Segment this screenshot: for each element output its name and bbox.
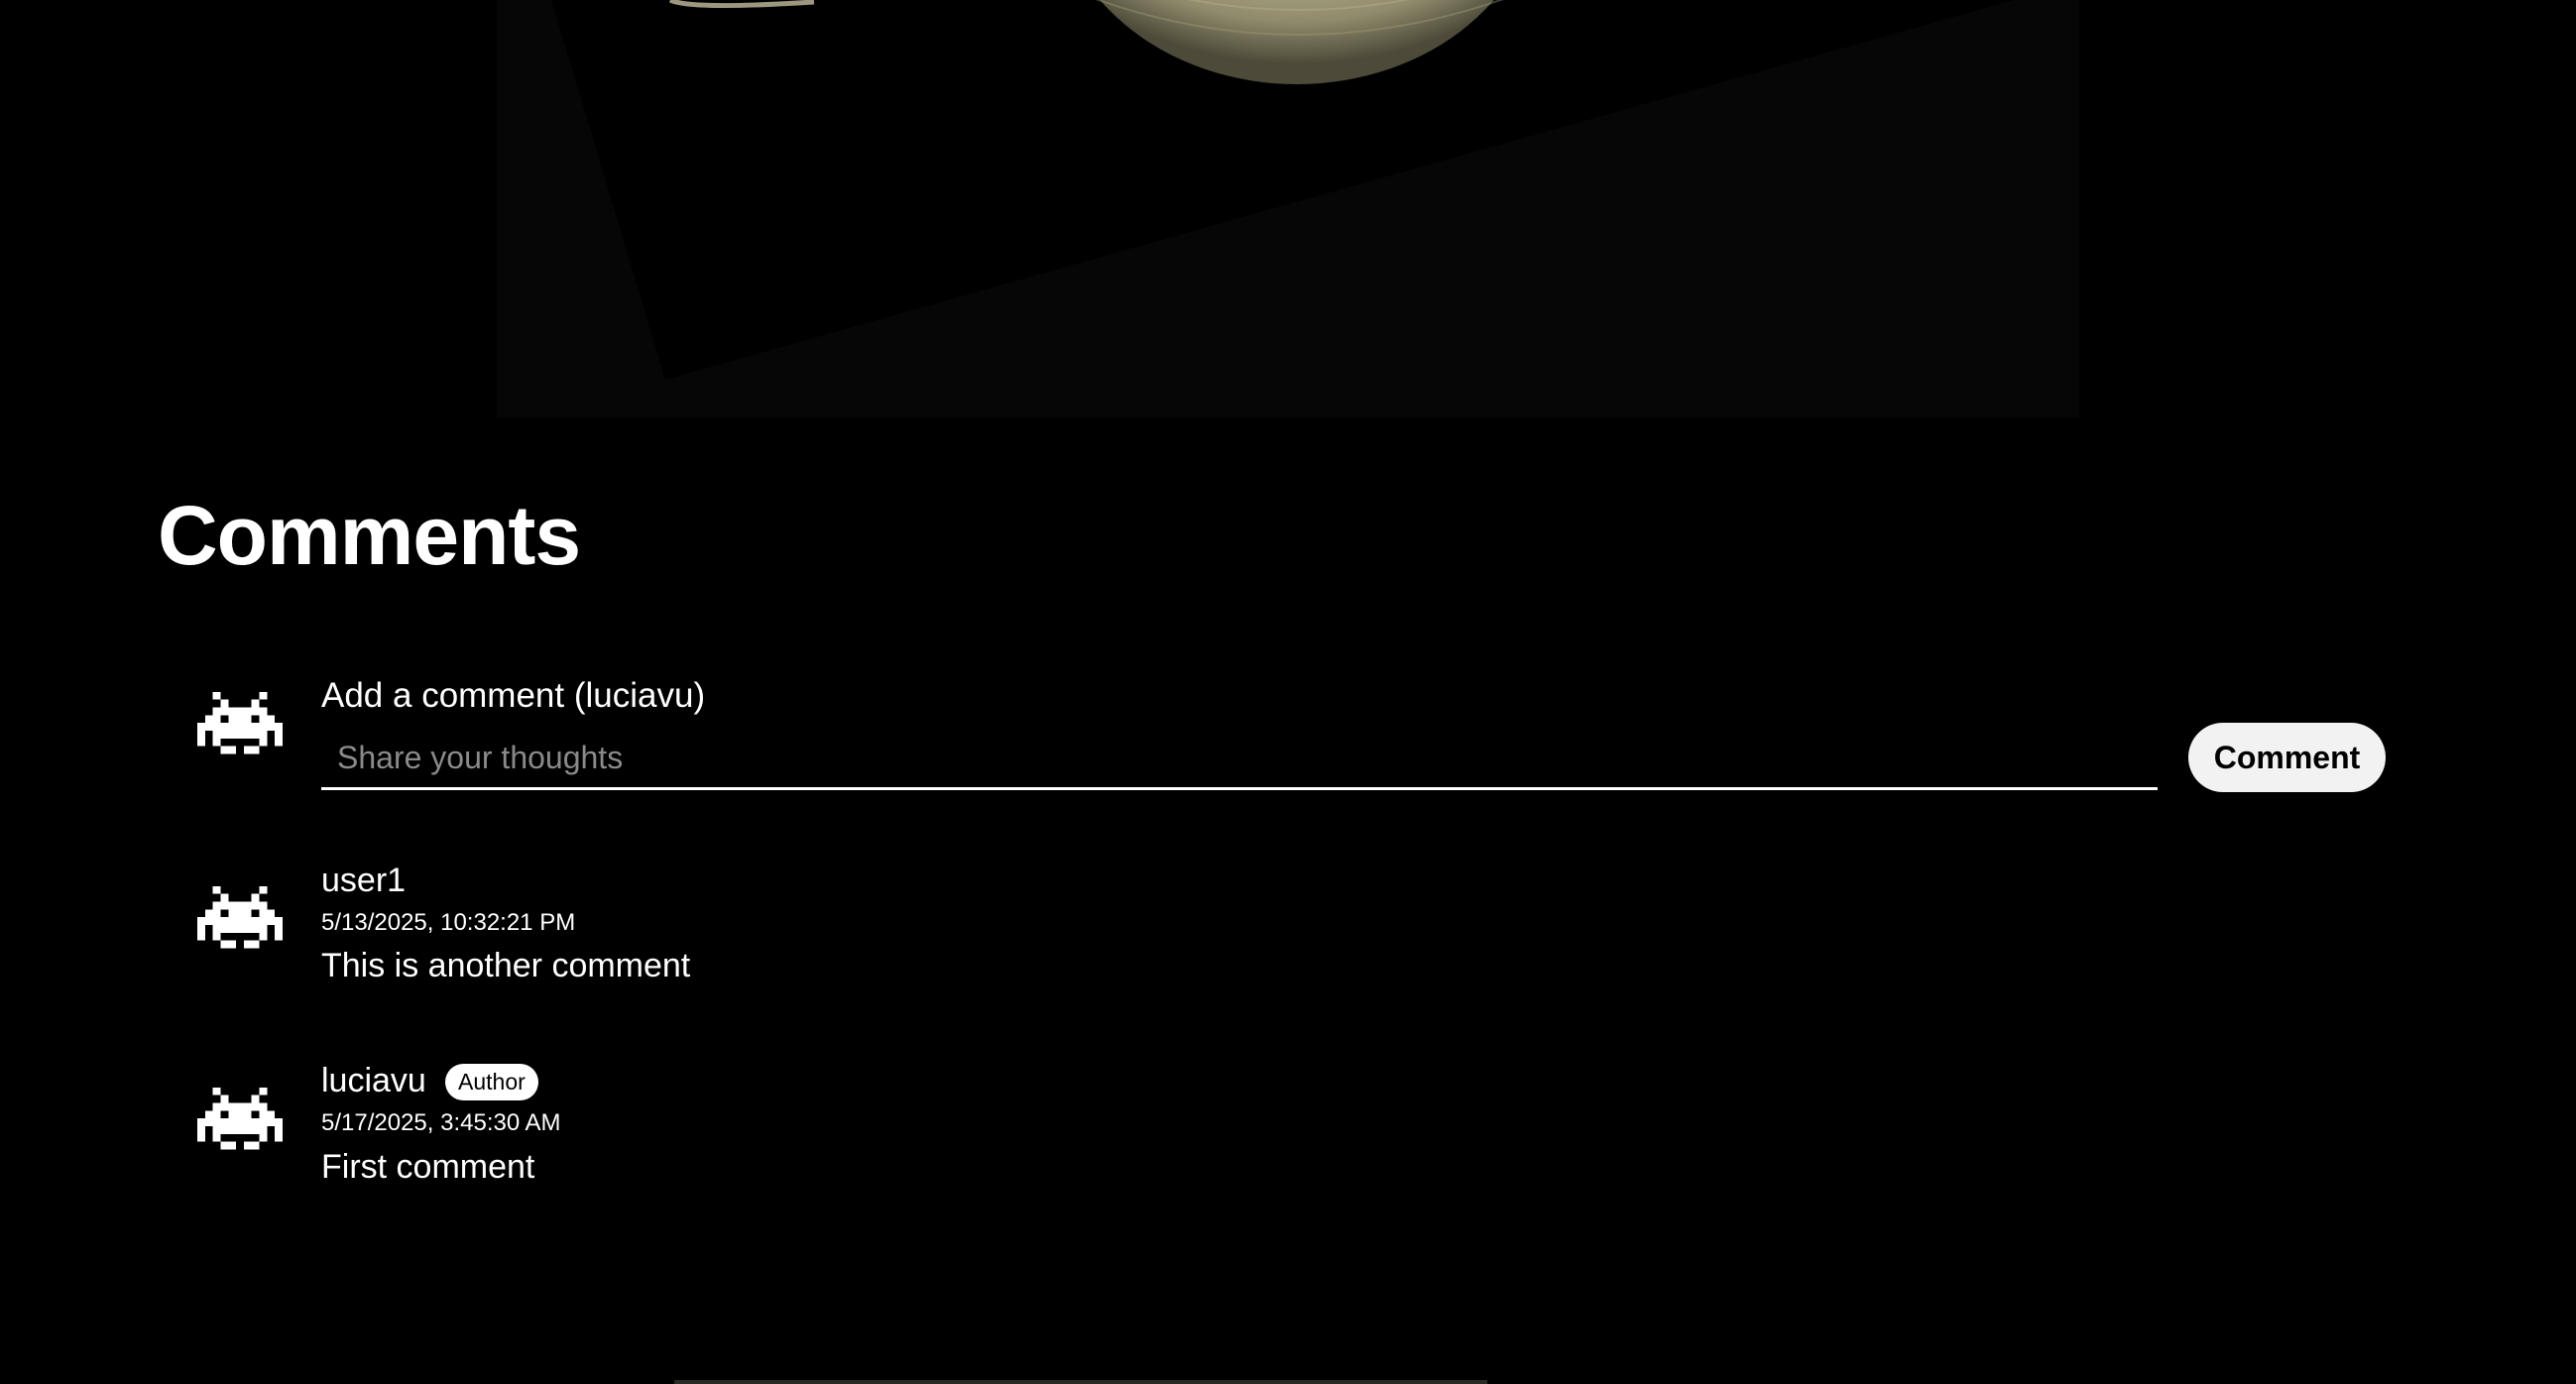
space-invader-icon bbox=[197, 1087, 283, 1166]
comment-author[interactable]: user1 bbox=[321, 861, 406, 901]
comment-timestamp: 5/13/2025, 10:32:21 PM bbox=[321, 909, 576, 936]
comment-timestamp: 5/17/2025, 3:45:30 AM bbox=[321, 1109, 561, 1136]
comment-input[interactable] bbox=[321, 729, 2158, 790]
space-invader-icon bbox=[197, 691, 283, 770]
space-invader-icon bbox=[197, 885, 283, 965]
comment-text: First comment bbox=[321, 1148, 535, 1186]
post-image bbox=[497, 0, 2079, 417]
author-badge: Author bbox=[445, 1064, 538, 1100]
comments-heading: Comments bbox=[158, 489, 581, 582]
comment-author[interactable]: luciavu bbox=[321, 1061, 426, 1101]
comment-form-label: Add a comment (luciavu) bbox=[321, 676, 706, 715]
comment-text: This is another comment bbox=[321, 947, 691, 984]
next-image-edge bbox=[674, 1380, 1487, 1384]
comment-submit-button[interactable]: Comment bbox=[2188, 723, 2386, 792]
page: Comments Add a comment (luciavu) Comment bbox=[0, 0, 2576, 1384]
